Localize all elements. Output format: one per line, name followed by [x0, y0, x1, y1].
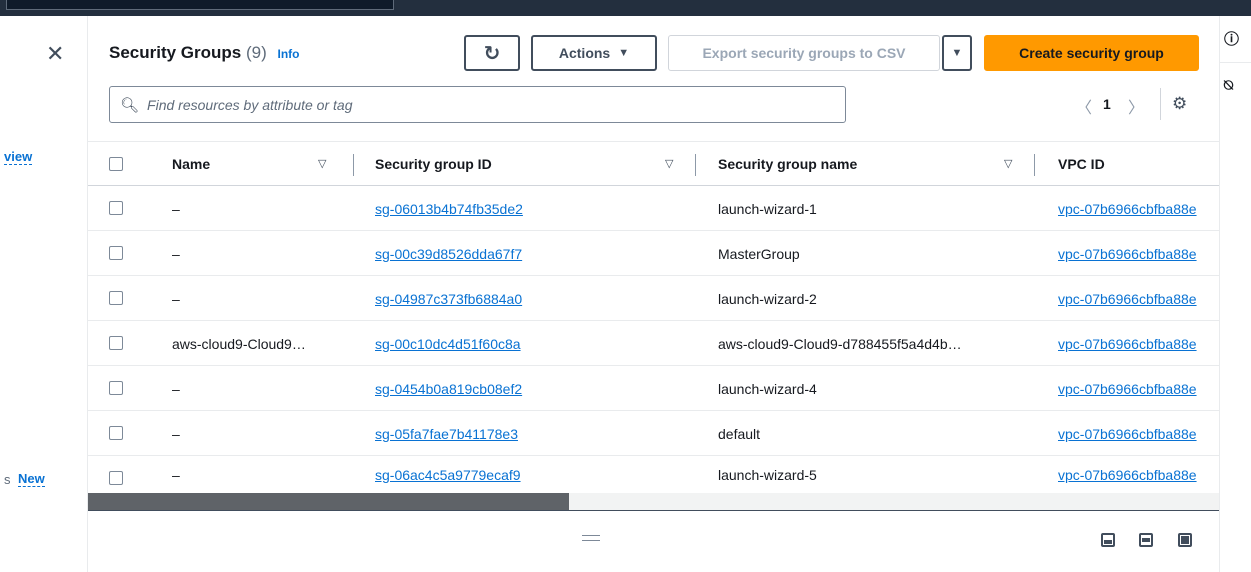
info-icon[interactable]: ⓘ: [1224, 28, 1239, 49]
table-row[interactable]: aws-cloud9-Cloud9… sg-00c10dc4d51f60c8a …: [88, 321, 1219, 366]
cell-security-group-name: aws-cloud9-Cloud9-d788455f5a4d4b…: [718, 335, 962, 352]
nav-text-fragment: s: [4, 472, 11, 487]
column-divider[interactable]: [695, 154, 696, 176]
actions-button[interactable]: Actions ▼: [531, 35, 657, 71]
column-header-vpc-id[interactable]: VPC ID: [1058, 142, 1105, 186]
panel-full-icon[interactable]: [1178, 533, 1192, 547]
row-checkbox[interactable]: [109, 336, 123, 350]
split-panel-bar: [88, 510, 1219, 572]
pager-divider: [1160, 88, 1161, 120]
table-row[interactable]: – sg-04987c373fb6884a0 launch-wizard-2 v…: [88, 276, 1219, 321]
resource-count: (9): [246, 43, 267, 62]
table-row[interactable]: – sg-06013b4b74fb35de2 launch-wizard-1 v…: [88, 186, 1219, 231]
sort-icon[interactable]: ▽: [318, 157, 326, 170]
previous-page-icon[interactable]: 〈: [1076, 94, 1092, 118]
cell-security-group-id[interactable]: sg-00c39d8526dda67f7: [375, 231, 522, 276]
page-number[interactable]: 1: [1103, 96, 1111, 112]
column-header-security-group-name[interactable]: Security group name: [718, 142, 857, 186]
cell-security-group-id[interactable]: sg-00c10dc4d51f60c8a: [375, 321, 521, 366]
cell-name: –: [172, 200, 180, 217]
search-icon: 🔍︎: [120, 95, 140, 114]
cell-name: –: [172, 425, 180, 442]
cell-vpc-id[interactable]: vpc-07b6966cbfba88e: [1058, 231, 1197, 276]
table-row[interactable]: – sg-06ac4c5a9779ecaf9 launch-wizard-5 v…: [88, 456, 1219, 493]
table-header: Name ▽ Security group ID ▽ Security grou…: [88, 141, 1219, 186]
cell-security-group-id[interactable]: sg-06013b4b74fb35de2: [375, 186, 523, 231]
cell-security-group-name: launch-wizard-4: [718, 380, 817, 397]
cell-vpc-id[interactable]: vpc-07b6966cbfba88e: [1058, 456, 1197, 493]
row-checkbox[interactable]: [109, 426, 123, 440]
cell-vpc-id[interactable]: vpc-07b6966cbfba88e: [1058, 321, 1197, 366]
utility-rail: ⓘ ⍉: [1219, 16, 1251, 572]
page-title: Security Groups (9) Info: [109, 43, 300, 63]
cell-name: aws-cloud9-Cloud9…: [172, 335, 306, 352]
row-checkbox[interactable]: [109, 471, 123, 485]
export-csv-button[interactable]: Export security groups to CSV: [668, 35, 940, 71]
cell-vpc-id[interactable]: vpc-07b6966cbfba88e: [1058, 186, 1197, 231]
cell-name: –: [172, 290, 180, 307]
panel-bottom-icon[interactable]: [1101, 533, 1115, 547]
table-row[interactable]: – sg-0454b0a819cb08ef2 launch-wizard-4 v…: [88, 366, 1219, 411]
row-checkbox[interactable]: [109, 201, 123, 215]
cell-security-group-id[interactable]: sg-06ac4c5a9779ecaf9: [375, 456, 521, 493]
cell-security-group-name: default: [718, 425, 761, 442]
rail-divider: [1220, 62, 1251, 63]
refresh-icon: ↻: [483, 41, 501, 65]
cell-security-group-name: MasterGroup: [718, 245, 800, 262]
row-checkbox[interactable]: [109, 381, 123, 395]
info-link[interactable]: Info: [278, 47, 300, 61]
cell-security-group-name: launch-wizard-2: [718, 290, 817, 307]
actions-label: Actions: [558, 45, 611, 61]
sort-icon[interactable]: ▽: [665, 157, 673, 170]
cell-name: –: [172, 466, 180, 483]
nav-new-badge[interactable]: New: [18, 472, 45, 487]
select-all-checkbox[interactable]: [109, 157, 123, 171]
column-divider[interactable]: [353, 154, 354, 176]
cell-name: –: [172, 380, 180, 397]
search-bar[interactable]: 🔍︎: [109, 86, 846, 123]
browser-tab-fragment[interactable]: [6, 0, 394, 10]
next-page-icon[interactable]: 〉: [1128, 94, 1144, 118]
table-row[interactable]: – sg-05fa7fae7b41178e3 default vpc-07b69…: [88, 411, 1219, 456]
title-text: Security Groups: [109, 43, 242, 62]
cell-security-group-name: launch-wizard-5: [718, 466, 817, 483]
create-label: Create security group: [1019, 45, 1164, 61]
cell-vpc-id[interactable]: vpc-07b6966cbfba88e: [1058, 366, 1197, 411]
feedback-icon[interactable]: ⍉: [1224, 76, 1233, 94]
close-icon[interactable]: ✕: [46, 44, 64, 66]
side-navigation: ✕ view s New: [0, 16, 88, 572]
create-security-group-button[interactable]: Create security group: [984, 35, 1199, 71]
cell-security-group-name: launch-wizard-1: [718, 200, 817, 217]
scrollbar-thumb[interactable]: [88, 493, 569, 510]
gear-icon[interactable]: ⚙: [1172, 94, 1187, 114]
refresh-button[interactable]: ↻: [464, 35, 520, 71]
caret-down-icon: ▼: [951, 47, 963, 59]
panel-middle-icon[interactable]: [1139, 533, 1153, 547]
export-label: Export security groups to CSV: [702, 45, 906, 61]
nav-link-view[interactable]: view: [4, 150, 33, 165]
table-row[interactable]: – sg-00c39d8526dda67f7 MasterGroup vpc-0…: [88, 231, 1219, 276]
column-divider[interactable]: [1034, 154, 1035, 176]
column-header-security-group-id[interactable]: Security group ID: [375, 142, 492, 186]
security-groups-panel: Security Groups (9) Info ↻ Actions ▼ Exp…: [88, 16, 1219, 572]
cell-name: –: [172, 245, 180, 262]
search-input[interactable]: [147, 96, 828, 113]
caret-down-icon: ▼: [618, 47, 630, 59]
cell-vpc-id[interactable]: vpc-07b6966cbfba88e: [1058, 411, 1197, 456]
column-header-name[interactable]: Name: [172, 142, 210, 186]
cell-vpc-id[interactable]: vpc-07b6966cbfba88e: [1058, 276, 1197, 321]
cell-security-group-id[interactable]: sg-04987c373fb6884a0: [375, 276, 522, 321]
cell-security-group-id[interactable]: sg-0454b0a819cb08ef2: [375, 366, 522, 411]
horizontal-scrollbar[interactable]: [88, 493, 1219, 510]
top-navigation-bar: [0, 0, 1251, 16]
row-checkbox[interactable]: [109, 246, 123, 260]
export-dropdown-button[interactable]: ▼: [942, 35, 972, 71]
sort-icon[interactable]: ▽: [1004, 157, 1012, 170]
row-checkbox[interactable]: [109, 291, 123, 305]
cell-security-group-id[interactable]: sg-05fa7fae7b41178e3: [375, 411, 518, 456]
resize-handle-icon[interactable]: [582, 535, 600, 541]
